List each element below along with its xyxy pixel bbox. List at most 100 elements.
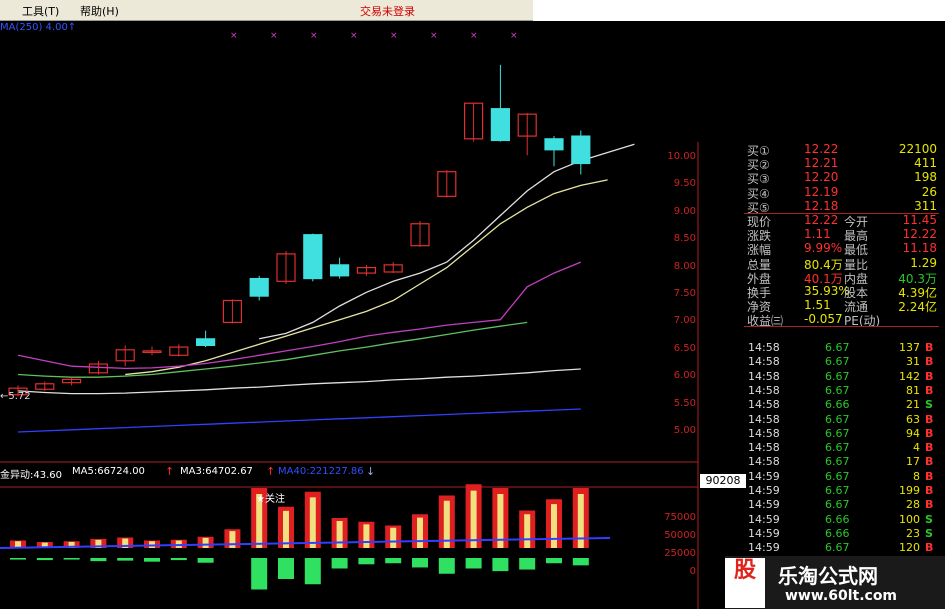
quote-row: 总量 80.4万 量比 1.29 — [699, 255, 939, 272]
top-marker: × — [350, 31, 358, 41]
tick-row: 14:58 6.67 4 B — [745, 441, 940, 455]
quote-value2: 22100 — [898, 142, 937, 156]
indicator-inner-bar — [551, 504, 557, 548]
price-tick: 9.00 — [673, 205, 696, 217]
watermark: 股 乐淘公式网 www.60lt.com — [725, 556, 945, 609]
tick-row: 14:59 6.66 100 S — [745, 513, 940, 527]
indicator-down-bar — [36, 558, 53, 561]
tick-side: B — [925, 484, 934, 497]
top-marker: × — [430, 31, 438, 41]
top-marker: × — [310, 31, 318, 41]
tick-side: B — [925, 412, 934, 426]
quote-row: 外盘 40.1万 内盘 40.3万 — [699, 270, 939, 286]
indicator-down-bar — [304, 558, 321, 585]
tick-price: 6.67 — [825, 383, 850, 397]
quote-row: 买④ 12.19 26 — [699, 185, 939, 201]
indicator-down-bar — [438, 558, 455, 574]
tick-volume: 100 — [899, 512, 920, 526]
tick-price: 6.67 — [825, 455, 850, 469]
top-marker: × — [510, 31, 518, 41]
tick-volume: 31 — [906, 355, 920, 369]
tick-row: 14:58 6.67 63 B — [745, 413, 940, 427]
tick-volume: 142 — [899, 369, 920, 383]
quote-row: 涨幅 9.99% 最低 11.18 — [699, 241, 939, 257]
quote-row: 换手 35.93% 股本 4.39亿 — [699, 284, 939, 300]
indicator-down-bar — [10, 558, 26, 560]
watermark-name: 乐淘公式网 — [778, 564, 878, 588]
candle-body — [490, 108, 510, 142]
follow-tag: ★关注 — [256, 494, 285, 505]
tick-price: 6.67 — [825, 341, 850, 354]
top-marker: × — [470, 31, 478, 41]
indicator-tick: 75000 — [664, 512, 696, 523]
watermark-url: www.60lt.com — [785, 588, 898, 604]
tick-side: B — [925, 441, 934, 455]
tick-volume: 23 — [906, 526, 920, 540]
candle-body — [571, 135, 591, 165]
indicator-inner-bar — [202, 537, 209, 548]
quote-value2: 311 — [914, 198, 937, 213]
quote-value2: 11.45 — [902, 213, 937, 227]
tick-price: 6.67 — [825, 426, 850, 440]
indicator-tick: 25000 — [664, 548, 696, 559]
indicator-down-bar — [412, 558, 428, 568]
quote-value2: 11.18 — [902, 241, 937, 256]
tick-row: 14:59 6.67 28 B — [745, 498, 940, 512]
tick-price: 6.66 — [825, 526, 850, 540]
tick-side: B — [925, 455, 934, 469]
ma-line-ma20 — [17, 261, 582, 370]
tick-side: S — [925, 398, 933, 412]
quote-value: 12.20 — [804, 170, 839, 185]
tick-volume: 137 — [899, 341, 920, 354]
candle-body — [249, 277, 269, 297]
candle-body — [330, 264, 350, 277]
tick-time: 14:58 — [748, 383, 780, 397]
tick-row: 14:59 6.67 8 B — [745, 470, 940, 484]
tick-time: 14:59 — [748, 484, 780, 497]
tick-price: 6.66 — [825, 398, 850, 412]
watermark-logo: 股 — [725, 558, 765, 608]
tick-volume: 28 — [906, 498, 920, 512]
indicator-down-bar — [465, 558, 482, 569]
star-icon: ★ — [256, 494, 265, 505]
indicator-down-bar — [546, 558, 562, 564]
tick-time: 14:58 — [748, 369, 780, 383]
top-marker: × — [390, 31, 398, 41]
tick-volume: 17 — [906, 455, 920, 469]
price-tick: 7.50 — [673, 288, 696, 299]
tick-price: 6.67 — [825, 469, 850, 483]
price-tick: 5.50 — [673, 397, 696, 409]
tick-side: B — [925, 369, 934, 383]
indicator-inner-bar — [524, 514, 531, 548]
quote-value: 12.21 — [804, 156, 839, 171]
indicator-down-bar — [63, 558, 80, 560]
tick-price: 6.67 — [825, 484, 850, 497]
indicator-tick: 0 — [689, 566, 696, 577]
tick-side: B — [925, 383, 934, 397]
quote-row: 买① 12.22 22100 — [699, 142, 939, 158]
price-tick: 7.00 — [673, 315, 696, 327]
indicator-down-bar — [117, 558, 134, 561]
tick-price: 6.67 — [825, 369, 850, 383]
tick-price: 6.67 — [825, 355, 850, 369]
tick-side: S — [925, 526, 933, 540]
quote-value2: 12.22 — [902, 227, 937, 242]
price-tick: 8.50 — [673, 233, 696, 245]
quote-value2: 411 — [914, 156, 937, 171]
indicator-tick: 50000 — [664, 530, 696, 541]
tick-side: B — [925, 341, 934, 354]
tick-price: 6.67 — [825, 441, 850, 455]
candle-body — [303, 234, 323, 280]
price-tick: 9.50 — [673, 178, 696, 190]
tick-time: 14:58 — [748, 398, 780, 412]
tick-row: 14:58 6.66 21 S — [745, 398, 940, 412]
indicator-down-bar — [572, 558, 589, 566]
tick-time: 14:59 — [748, 512, 780, 526]
quote-value2: 1.29 — [910, 255, 937, 270]
quote-row: 买③ 12.20 198 — [699, 170, 939, 186]
tick-volume: 199 — [899, 484, 920, 497]
quote-row: 涨跌 1.11 最高 12.22 — [699, 227, 939, 243]
indicator-down-bar — [492, 558, 509, 572]
ma40-arrow-icon: ↓ — [366, 465, 376, 478]
indicator-down-bar — [170, 558, 187, 561]
